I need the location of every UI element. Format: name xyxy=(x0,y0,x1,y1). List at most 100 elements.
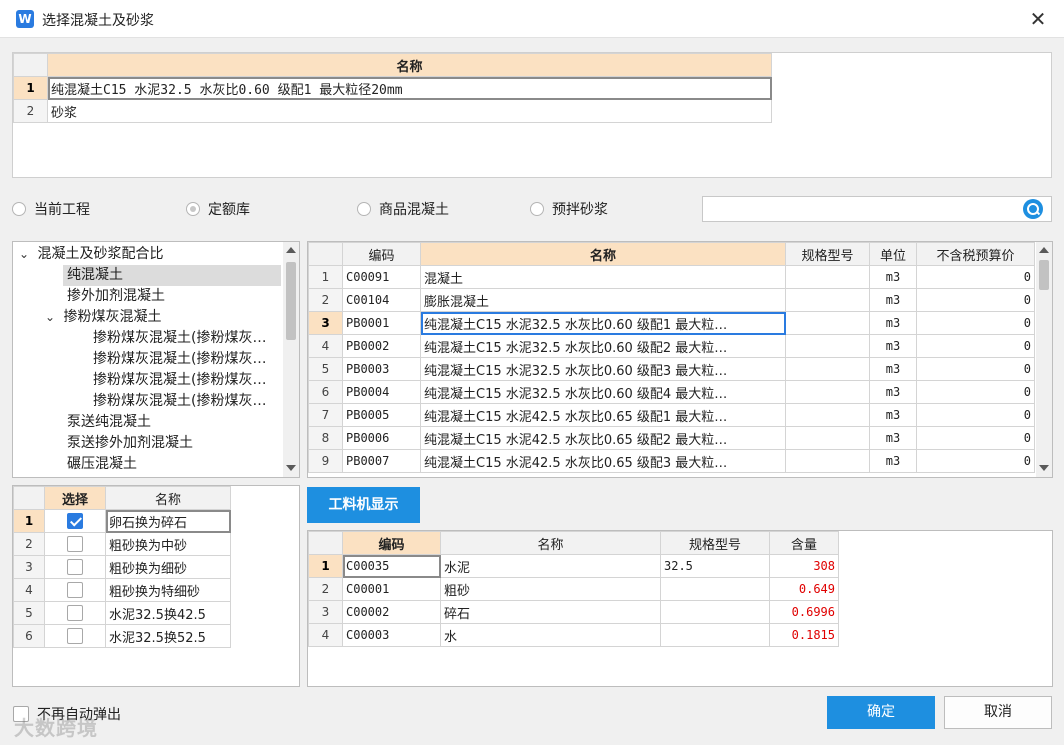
table-row[interactable]: 2 C00104 膨胀混凝土 m3 0 xyxy=(308,288,1035,312)
table-row[interactable]: 2 粗砂换为中砂 xyxy=(13,532,231,556)
price-cell[interactable]: 0 xyxy=(916,265,1035,289)
radio-dot[interactable] xyxy=(530,202,544,216)
table-row[interactable]: 3 粗砂换为细砂 xyxy=(13,555,231,579)
name-cell[interactable]: 纯混凝土C15 水泥42.5 水灰比0.65 级配3 最大粒… xyxy=(420,449,786,473)
select-cell[interactable] xyxy=(44,578,106,602)
unit-cell[interactable]: m3 xyxy=(869,357,917,381)
scroll-up-icon[interactable] xyxy=(1039,247,1049,253)
table-row[interactable]: 6 PB0004 纯混凝土C15 水泥32.5 水灰比0.60 级配4 最大粒…… xyxy=(308,380,1035,404)
price-cell[interactable]: 0 xyxy=(916,380,1035,404)
name-cell[interactable]: 水 xyxy=(440,623,661,647)
table-row[interactable]: 2 砂浆 xyxy=(13,99,772,123)
tree-node-root[interactable]: ⌄ 混凝土及砂浆配合比 xyxy=(19,244,163,265)
price-cell[interactable]: 0 xyxy=(916,357,1035,381)
spec-cell[interactable] xyxy=(785,449,870,473)
list-scrollbar[interactable] xyxy=(1036,242,1052,477)
scroll-thumb[interactable] xyxy=(286,262,296,340)
chevron-down-icon[interactable]: ⌄ xyxy=(45,307,59,328)
name-cell[interactable]: 膨胀混凝土 xyxy=(420,288,786,312)
tree-node[interactable]: 泵送掺外加剂混凝土 xyxy=(67,433,193,454)
column-header-name[interactable]: 名称 xyxy=(420,242,786,266)
tree-node[interactable]: 掺粉煤灰混凝土(掺粉煤灰… xyxy=(93,349,266,370)
quantity-cell[interactable]: 0.1815 xyxy=(769,623,839,647)
tree-node[interactable]: 掺粉煤灰混凝土(掺粉煤灰… xyxy=(93,391,266,412)
tree-node-pure-concrete[interactable]: 纯混凝土 xyxy=(63,265,281,286)
code-cell[interactable]: PB0005 xyxy=(342,403,421,427)
tree-node[interactable]: 掺外加剂混凝土 xyxy=(67,286,165,307)
spec-cell[interactable] xyxy=(785,288,870,312)
scroll-thumb[interactable] xyxy=(1039,260,1049,290)
price-cell[interactable]: 0 xyxy=(916,334,1035,358)
select-cell[interactable] xyxy=(44,532,106,556)
spec-cell[interactable] xyxy=(785,357,870,381)
radio-dot-selected[interactable] xyxy=(186,202,200,216)
table-row[interactable]: 4 PB0002 纯混凝土C15 水泥32.5 水灰比0.60 级配2 最大粒…… xyxy=(308,334,1035,358)
quantity-cell[interactable]: 0.649 xyxy=(769,577,839,601)
unit-cell[interactable]: m3 xyxy=(869,311,917,335)
table-row[interactable]: 1 卵石换为碎石 xyxy=(13,509,231,533)
checkbox[interactable] xyxy=(67,559,83,575)
table-row[interactable]: 1 纯混凝土C15 水泥32.5 水灰比0.60 级配1 最大粒径20mm xyxy=(13,76,772,100)
code-cell[interactable]: C00002 xyxy=(342,600,441,624)
ok-button[interactable]: 确定 xyxy=(827,696,935,729)
name-cell[interactable]: 碎石 xyxy=(440,600,661,624)
tree-scrollbar[interactable] xyxy=(283,242,299,477)
name-cell[interactable]: 纯混凝土C15 水泥32.5 水灰比0.60 级配1 最大粒径20mm xyxy=(47,76,772,100)
column-header-quantity[interactable]: 含量 xyxy=(769,531,839,555)
column-header-spec[interactable]: 规格型号 xyxy=(785,242,870,266)
column-header-code[interactable]: 编码 xyxy=(342,531,441,555)
table-row[interactable]: 1 C00091 混凝土 m3 0 xyxy=(308,265,1035,289)
category-tree[interactable]: ⌄ 混凝土及砂浆配合比 纯混凝土 掺外加剂混凝土 ⌄ 掺粉煤灰混凝土 掺粉煤灰混… xyxy=(12,241,300,478)
table-row[interactable]: 8 PB0006 纯混凝土C15 水泥42.5 水灰比0.65 级配2 最大粒…… xyxy=(308,426,1035,450)
price-cell[interactable]: 0 xyxy=(916,311,1035,335)
name-cell[interactable]: 纯混凝土C15 水泥32.5 水灰比0.60 级配2 最大粒… xyxy=(420,334,786,358)
price-cell[interactable]: 0 xyxy=(916,426,1035,450)
table-row[interactable]: 1 C00035 水泥 32.5 308 xyxy=(308,554,839,578)
quantity-cell[interactable]: 308 xyxy=(769,554,839,578)
column-header-name[interactable]: 名称 xyxy=(47,53,772,77)
radio-dot[interactable] xyxy=(357,202,371,216)
close-icon[interactable]: ✕ xyxy=(1022,5,1054,33)
unit-cell[interactable]: m3 xyxy=(869,288,917,312)
radio-current-project[interactable]: 当前工程 xyxy=(12,199,90,219)
checkbox[interactable] xyxy=(67,582,83,598)
column-header-price[interactable]: 不含税预算价 xyxy=(916,242,1035,266)
tree-node[interactable]: 掺粉煤灰混凝土(掺粉煤灰… xyxy=(93,370,266,391)
name-cell[interactable]: 纯混凝土C15 水泥32.5 水灰比0.60 级配4 最大粒… xyxy=(420,380,786,404)
unit-cell[interactable]: m3 xyxy=(869,334,917,358)
tree-node[interactable]: 泵送纯混凝土 xyxy=(67,412,151,433)
name-cell[interactable]: 纯混凝土C15 水泥42.5 水灰比0.65 级配2 最大粒… xyxy=(420,426,786,450)
cancel-button[interactable]: 取消 xyxy=(944,696,1052,729)
tree-node[interactable]: 掺粉煤灰混凝土(掺粉煤灰… xyxy=(93,328,266,349)
column-header-spec[interactable]: 规格型号 xyxy=(660,531,770,555)
quantity-cell[interactable]: 0.6996 xyxy=(769,600,839,624)
material-display-button[interactable]: 工料机显示 xyxy=(307,487,420,523)
code-cell[interactable]: PB0002 xyxy=(342,334,421,358)
column-header-select[interactable]: 选择 xyxy=(44,486,106,510)
unit-cell[interactable]: m3 xyxy=(869,380,917,404)
spec-cell[interactable] xyxy=(785,334,870,358)
unit-cell[interactable]: m3 xyxy=(869,403,917,427)
name-cell[interactable]: 纯混凝土C15 水泥42.5 水灰比0.65 级配1 最大粒… xyxy=(420,403,786,427)
spec-cell[interactable] xyxy=(785,311,870,335)
table-row[interactable]: 2 C00001 粗砂 0.649 xyxy=(308,577,839,601)
radio-ready-mix-mortar[interactable]: 预拌砂浆 xyxy=(530,199,608,219)
radio-quota-library[interactable]: 定额库 xyxy=(186,199,250,219)
code-cell[interactable]: C00035 xyxy=(342,554,441,578)
code-cell[interactable]: C00104 xyxy=(342,288,421,312)
name-cell[interactable]: 混凝土 xyxy=(420,265,786,289)
price-cell[interactable]: 0 xyxy=(916,288,1035,312)
checkbox[interactable] xyxy=(67,628,83,644)
code-cell[interactable]: PB0004 xyxy=(342,380,421,404)
spec-cell[interactable] xyxy=(785,265,870,289)
checkbox[interactable] xyxy=(67,605,83,621)
table-row[interactable]: 6 水泥32.5换52.5 xyxy=(13,624,231,648)
spec-cell[interactable] xyxy=(785,380,870,404)
spec-cell[interactable] xyxy=(785,403,870,427)
code-cell[interactable]: C00003 xyxy=(342,623,441,647)
code-cell[interactable]: PB0007 xyxy=(342,449,421,473)
spec-cell[interactable]: 32.5 xyxy=(660,554,770,578)
unit-cell[interactable]: m3 xyxy=(869,265,917,289)
table-row[interactable]: 9 PB0007 纯混凝土C15 水泥42.5 水灰比0.65 级配3 最大粒…… xyxy=(308,449,1035,473)
column-header-name[interactable]: 名称 xyxy=(105,486,231,510)
